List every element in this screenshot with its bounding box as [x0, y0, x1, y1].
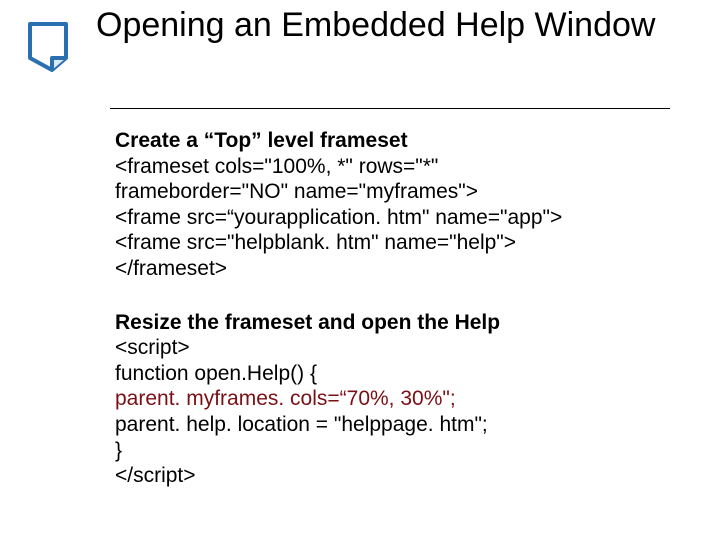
section-create-frameset: Create a “Top” level frameset <frameset …: [115, 128, 680, 282]
code-line: frameborder="NO" name="myframes">: [115, 179, 680, 205]
title-underline: [110, 108, 670, 109]
code-line: }: [115, 438, 680, 464]
section2-heading: Resize the frameset and open the Help: [115, 310, 680, 336]
content: Create a “Top” level frameset <frameset …: [115, 128, 680, 517]
section-resize-open-help: Resize the frameset and open the Help <s…: [115, 310, 680, 489]
code-line: <frame src="helpblank. htm" name="help">: [115, 230, 680, 256]
code-line: <frameset cols="100%, *" rows="*": [115, 154, 680, 180]
page-title: Opening an Embedded Help Window: [96, 4, 655, 45]
document-icon: [16, 4, 96, 83]
code-line: <frame src=“yourapplication. htm" name="…: [115, 205, 680, 231]
code-line: function open.Help() {: [115, 361, 680, 387]
code-line: </script>: [115, 463, 680, 489]
code-line: parent. help. location = "helppage. htm"…: [115, 412, 680, 438]
code-line: <script>: [115, 335, 680, 361]
header: Opening an Embedded Help Window: [16, 4, 704, 83]
code-line-emphasis: parent. myframes. cols=“70%, 30%";: [115, 386, 680, 412]
section1-heading: Create a “Top” level frameset: [115, 128, 680, 154]
slide: Opening an Embedded Help Window Create a…: [0, 0, 720, 540]
code-line: </frameset>: [115, 256, 680, 282]
